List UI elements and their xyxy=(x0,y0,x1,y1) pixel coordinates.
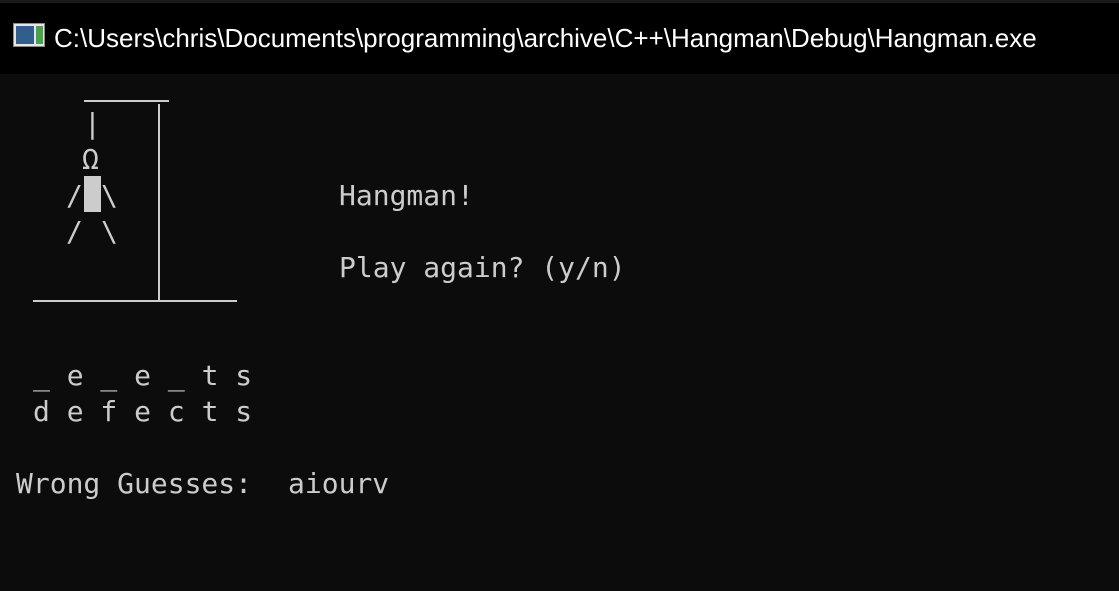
hangman-left-leg: / xyxy=(66,215,83,248)
hangman-right-leg: \ xyxy=(101,215,118,248)
icon-sidebar xyxy=(36,26,43,44)
guessed-word-pattern: _ e _ e _ t s xyxy=(33,359,253,392)
window-titlebar[interactable]: C:\Users\chris\Documents\programming\arc… xyxy=(0,0,1119,74)
hangman-left-arm: / xyxy=(66,179,83,212)
gallows-base xyxy=(33,300,237,302)
console-app-icon[interactable] xyxy=(13,23,45,47)
icon-panel xyxy=(16,26,34,44)
window-title: C:\Users\chris\Documents\programming\arc… xyxy=(54,23,1037,53)
gallows-top-beam xyxy=(84,100,169,102)
titlebar-top-strip xyxy=(0,0,1119,3)
hangman-body xyxy=(84,176,101,212)
wrong-guesses-letters: aiourv xyxy=(288,467,390,500)
answer-word: d e f e c t s xyxy=(33,395,253,428)
gallows-rope: | xyxy=(84,107,101,140)
hangman-head: Ω xyxy=(82,143,99,176)
hangman-right-arm: \ xyxy=(101,179,118,212)
wrong-guesses-label: Wrong Guesses: xyxy=(16,467,253,500)
play-again-prompt: Play again? (y/n) xyxy=(339,251,626,284)
game-heading: Hangman! xyxy=(339,179,474,212)
console-output[interactable]: | Ω / \ / \ Hangman! Play again? (y/n) _… xyxy=(0,74,1119,591)
gallows-post xyxy=(158,104,160,302)
